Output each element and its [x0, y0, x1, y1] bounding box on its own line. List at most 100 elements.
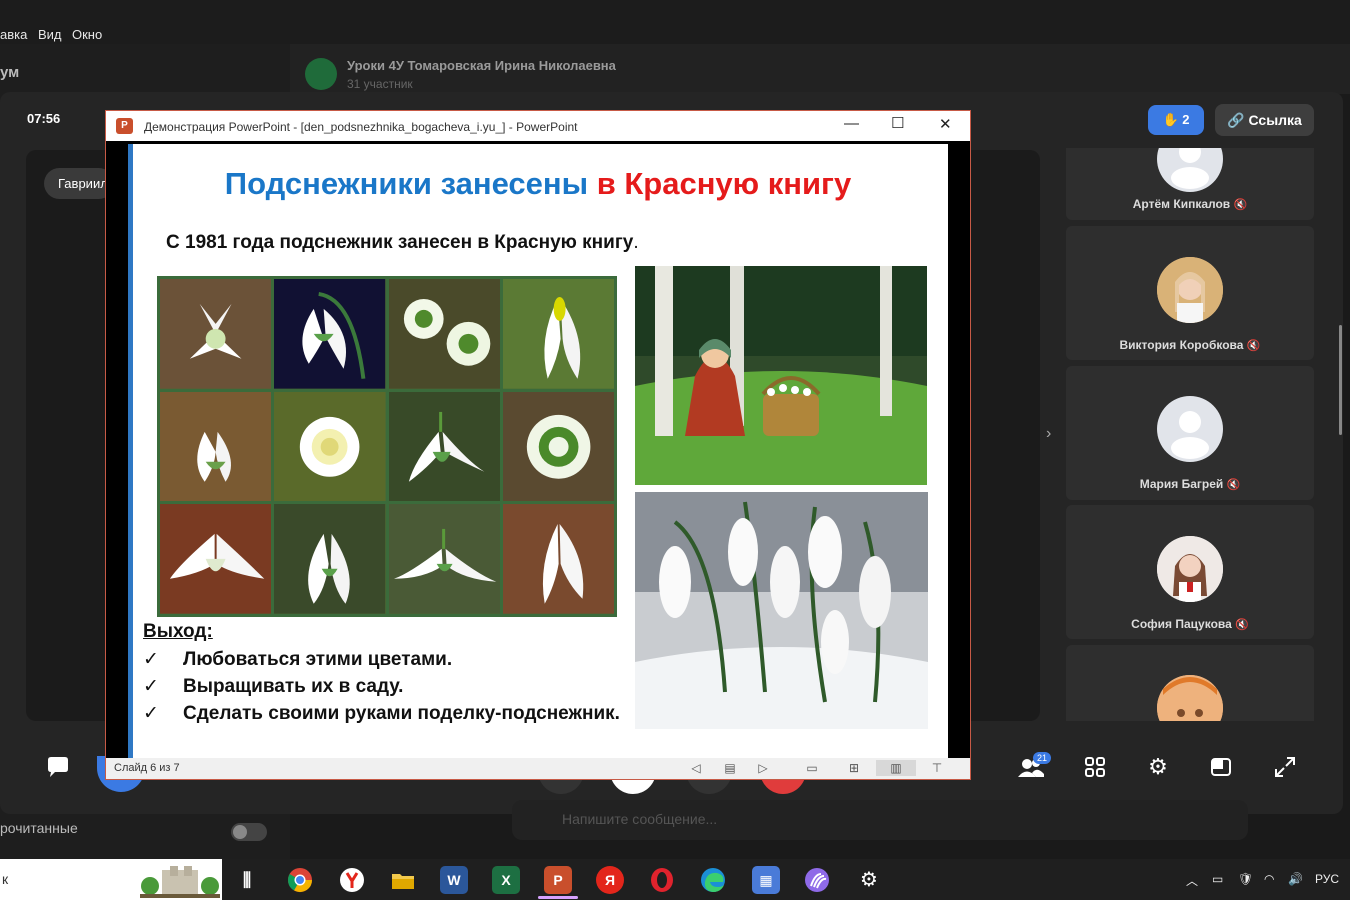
participant-name: Мария Багрей 🔇 [1139, 477, 1241, 491]
opera-icon[interactable] [648, 866, 676, 894]
settings-icon[interactable]: ⚙ [855, 866, 883, 894]
yandex-browser-icon[interactable] [338, 866, 366, 894]
powerpoint-icon[interactable]: P [544, 866, 572, 894]
snowdrop-photo [502, 279, 614, 389]
search-text: к [2, 871, 9, 887]
slide-left-accent [128, 144, 133, 758]
participant-photo [1157, 536, 1223, 602]
slide: Подснежники занесены в Красную книгу С 1… [128, 144, 948, 758]
cartoon-girl-snowdrops-image [635, 266, 927, 485]
slide-sorter-icon[interactable]: ⊞ [846, 760, 862, 776]
task-view-icon[interactable]: ⫼ [233, 866, 261, 894]
chevron-right-icon[interactable]: › [1046, 425, 1051, 443]
snowdrop-collage [157, 276, 617, 617]
reading-view-icon[interactable]: ▥ [876, 760, 916, 776]
snowdrop-photo [502, 504, 614, 614]
word-icon[interactable]: W [440, 866, 468, 894]
snowdrop-photo [274, 391, 386, 502]
slide-title: Подснежники занесены в Красную книгу [224, 166, 852, 201]
participant-name: Артём Кипкалов 🔇 [1132, 197, 1248, 211]
menu-item-window[interactable]: Окно [72, 27, 102, 42]
participant-name: Виктория Коробкова 🔇 [1119, 338, 1261, 352]
snowdrop-photo [274, 279, 386, 389]
ppt-statusbar: Слайд 6 из 7 ◁ ▤ ▷ ▭ ⊞ ▥ ⊤ [106, 758, 970, 779]
call-timer: 07:56 [27, 111, 61, 126]
hand-icon: ✋ [1162, 112, 1179, 127]
snowdrop-photo [388, 279, 500, 389]
store-icon[interactable]: ▦ [752, 866, 780, 894]
security-icon[interactable]: 🛡 [1238, 872, 1253, 886]
chat-avatar[interactable] [305, 58, 337, 90]
close-icon[interactable]: ✕ [939, 115, 952, 133]
participant-photo [1157, 257, 1223, 323]
grid-layout-icon[interactable] [1080, 752, 1110, 782]
chevron-up-icon[interactable]: ︿ [1186, 872, 1198, 889]
taskbar-search[interactable]: к [0, 859, 222, 900]
raised-hands-button[interactable]: ✋ 2 [1148, 105, 1204, 135]
gear-icon[interactable]: ⚙ [1143, 752, 1173, 782]
participants-count-badge: 21 [1033, 752, 1052, 764]
pip-icon[interactable] [1206, 752, 1236, 782]
conclusion-item: ✓ Выращивать их в саду. [143, 676, 404, 697]
search-highlight-image [140, 866, 220, 898]
ppt-titlebar[interactable]: P Демонстрация PowerPoint - [den_podsnez… [106, 111, 970, 141]
snowdrop-photo [160, 279, 272, 389]
language-indicator[interactable]: РУС [1315, 872, 1339, 886]
file-explorer-icon[interactable] [389, 866, 417, 894]
participant-tile[interactable]: София Пацукова 🔇 [1066, 505, 1314, 639]
powerpoint-window: P Демонстрация PowerPoint - [den_podsnez… [105, 110, 971, 780]
snowdrops-in-snow-image [635, 492, 928, 729]
menu-item-view[interactable]: Вид [38, 27, 62, 42]
wifi-icon[interactable]: ◠ [1264, 872, 1274, 886]
chat-subtitle: 31 участник [347, 77, 413, 91]
battery-icon[interactable]: ▭ [1212, 872, 1223, 886]
conclusion-item: ✓ Сделать своими руками поделку-подснежни… [143, 703, 620, 724]
link-button-label: Ссылка [1248, 112, 1302, 128]
active-app-indicator [538, 896, 578, 899]
next-slide-icon[interactable]: ▷ [755, 760, 771, 776]
chat-icon[interactable] [43, 752, 73, 782]
app-name: ум [0, 64, 20, 81]
fullscreen-icon[interactable] [1270, 752, 1300, 782]
chrome-icon[interactable] [286, 866, 314, 894]
volume-icon[interactable]: 🔊 [1288, 872, 1303, 886]
excel-icon[interactable]: X [492, 866, 520, 894]
yandex-icon[interactable]: Я [596, 866, 624, 894]
minimize-icon[interactable]: — [844, 115, 859, 132]
participant-tile[interactable] [1066, 645, 1314, 721]
unread-filter-label: рочитанные [0, 820, 78, 836]
participant-tile[interactable]: Мария Багрей 🔇 [1066, 366, 1314, 500]
normal-view-icon[interactable]: ▭ [804, 760, 820, 776]
slide-menu-icon[interactable]: ▤ [722, 760, 738, 776]
scrollbar[interactable] [1339, 325, 1342, 435]
participants-panel: Артём Кипкалов 🔇 Виктория Коробкова 🔇 Ма… [1066, 148, 1314, 721]
checkmark-icon: ✓ [143, 676, 159, 697]
powerpoint-logo-icon: P [116, 118, 133, 134]
participant-name: София Пацукова 🔇 [1131, 617, 1249, 631]
mic-off-icon: 🔇 [1226, 479, 1241, 491]
mic-off-icon: 🔇 [1233, 199, 1248, 211]
speaker-name: Гавриил [44, 168, 114, 199]
edge-icon[interactable] [699, 866, 727, 894]
link-icon: 🔗 [1227, 112, 1245, 128]
vk-icon[interactable] [803, 866, 831, 894]
checkmark-icon: ✓ [143, 649, 159, 670]
chat-title[interactable]: Уроки 4У Томаровская Ирина Николаевна [347, 58, 616, 73]
conclusion-label: Выход: [143, 621, 213, 642]
previous-slide-icon[interactable]: ◁ [688, 760, 704, 776]
menu-bar: авка Вид Окно [0, 0, 1350, 44]
default-avatar-icon [1157, 396, 1223, 462]
mic-off-icon: 🔇 [1235, 619, 1249, 631]
conclusion-item: ✓ Любоваться этими цветами. [143, 649, 453, 670]
link-button[interactable]: 🔗 Ссылка [1215, 104, 1314, 136]
snowdrop-photo [274, 504, 386, 614]
menu-item-edit[interactable]: авка [0, 27, 27, 42]
unread-toggle[interactable] [231, 823, 267, 841]
slideshow-icon[interactable]: ⊤ [929, 760, 945, 776]
participant-tile[interactable]: Артём Кипкалов 🔇 [1066, 148, 1314, 220]
snowdrop-photo [388, 391, 500, 502]
snowdrop-photo [388, 504, 500, 614]
maximize-icon[interactable]: ☐ [891, 114, 904, 132]
participant-tile[interactable]: Виктория Коробкова 🔇 [1066, 226, 1314, 360]
slide-number: Слайд 6 из 7 [114, 762, 180, 774]
